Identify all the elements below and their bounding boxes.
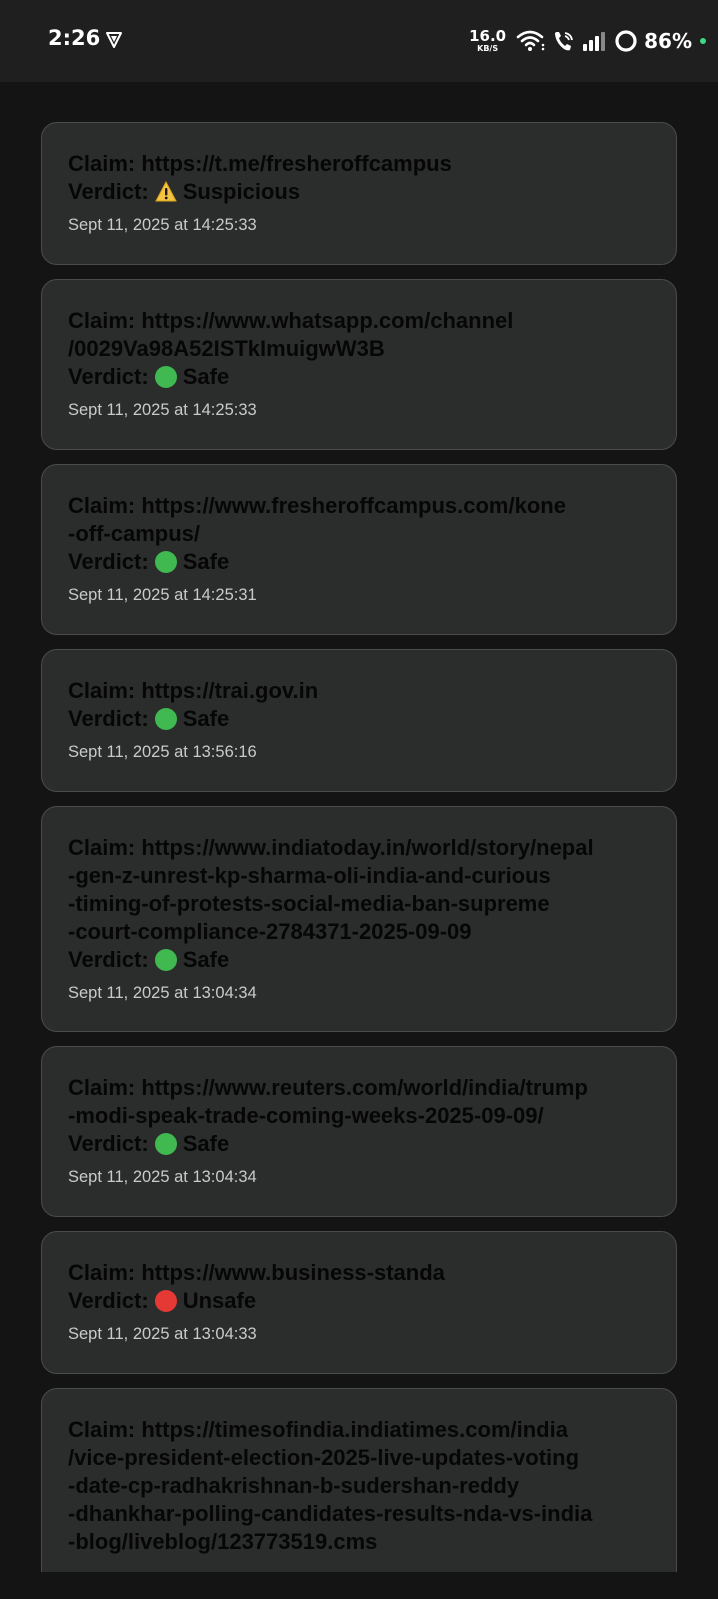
network-speed-unit: KB/S [477, 44, 499, 53]
claim-timestamp: Sept 11, 2025 at 14:25:31 [68, 586, 257, 604]
claim-card[interactable]: Claim: https://trai.gov.in Verdict: Safe… [41, 649, 677, 792]
status-time: 2:26 [48, 26, 101, 50]
claim-text: Claim: https://www.business-standa [68, 1260, 445, 1285]
verdict-value: Safe [182, 549, 230, 574]
battery-ring-icon [615, 30, 637, 52]
green-circle-icon [154, 1133, 177, 1155]
verdict-label: Verdict: [68, 1288, 149, 1313]
verdict-line: Verdict: Suspicious [68, 178, 650, 206]
claim-text: Claim: https://t.me/fresheroffcampus [68, 151, 452, 176]
vpn-shield-icon [106, 32, 122, 48]
claim-card[interactable]: Claim: https://www.indiatoday.in/world/s… [41, 806, 677, 1032]
claim-timestamp: Sept 11, 2025 at 13:56:16 [68, 743, 257, 761]
verdict-line: Verdict: Safe [68, 1130, 650, 1158]
verdict-value: Safe [182, 1131, 230, 1156]
warning-icon [154, 181, 177, 202]
battery-percentage: 86% [644, 29, 692, 53]
claim-text: Claim: https://www.fresheroffcampus.com/… [68, 493, 566, 546]
green-circle-icon [154, 551, 177, 573]
verdict-label: Verdict: [68, 549, 149, 574]
green-circle-icon [154, 708, 177, 730]
status-bar: 2:26 16.0 KB/S 86% [0, 0, 718, 82]
bottom-edge [0, 1572, 718, 1599]
signal-icon [583, 32, 606, 51]
charging-dot-icon [700, 38, 706, 44]
network-speed-value: 16.0 [469, 27, 507, 45]
claim-timestamp: Sept 11, 2025 at 13:04:33 [68, 1325, 257, 1343]
verdict-label: Verdict: [68, 364, 149, 389]
claim-text: Claim: https://timesofindia.indiatimes.c… [68, 1417, 593, 1554]
claim-card[interactable]: Claim: https://t.me/fresheroffcampus Ver… [41, 122, 677, 265]
wifi-calling-icon [555, 32, 574, 51]
claim-card[interactable]: Claim: https://www.whatsapp.com/channel … [41, 279, 677, 450]
network-speed: 16.0 KB/S [469, 29, 506, 53]
red-circle-icon [154, 1290, 177, 1312]
claim-timestamp: Sept 11, 2025 at 13:04:34 [68, 984, 257, 1002]
claim-text: Claim: https://trai.gov.in [68, 678, 319, 703]
claim-timestamp: Sept 11, 2025 at 13:04:34 [68, 1168, 257, 1186]
green-circle-icon [154, 366, 177, 388]
verdict-label: Verdict: [68, 1131, 149, 1156]
verdict-line: Verdict: Safe [68, 705, 650, 733]
verdict-value: Unsafe [182, 1288, 257, 1313]
claim-text: Claim: https://www.whatsapp.com/channel … [68, 308, 514, 361]
green-circle-icon [154, 949, 177, 971]
status-indicators: 16.0 KB/S 86% [469, 24, 706, 58]
verdict-line: Verdict: Safe [68, 946, 650, 974]
claims-list[interactable]: Claim: https://t.me/fresheroffcampus Ver… [0, 82, 718, 1572]
claim-text: Claim: https://www.reuters.com/world/ind… [68, 1075, 588, 1128]
claim-card[interactable]: Claim: https://timesofindia.indiatimes.c… [41, 1388, 677, 1572]
claim-card[interactable]: Claim: https://www.fresheroffcampus.com/… [41, 464, 677, 635]
verdict-label: Verdict: [68, 706, 149, 731]
verdict-label: Verdict: [68, 947, 149, 972]
wifi-icon [516, 30, 545, 51]
verdict-label: Verdict: [68, 179, 149, 204]
claim-timestamp: Sept 11, 2025 at 14:25:33 [68, 216, 257, 234]
verdict-line: Verdict: Safe [68, 363, 650, 391]
claim-timestamp: Sept 11, 2025 at 14:25:33 [68, 401, 257, 419]
claim-card[interactable]: Claim: https://www.reuters.com/world/ind… [41, 1046, 677, 1217]
verdict-line: Verdict: Unsafe [68, 1287, 650, 1315]
claim-text: Claim: https://www.indiatoday.in/world/s… [68, 835, 594, 944]
verdict-value: Safe [182, 706, 230, 731]
verdict-value: Suspicious [182, 179, 301, 204]
verdict-value: Safe [182, 364, 230, 389]
verdict-line: Verdict: Safe [68, 548, 650, 576]
verdict-value: Safe [182, 947, 230, 972]
claim-card[interactable]: Claim: https://www.business-standa Verdi… [41, 1231, 677, 1374]
